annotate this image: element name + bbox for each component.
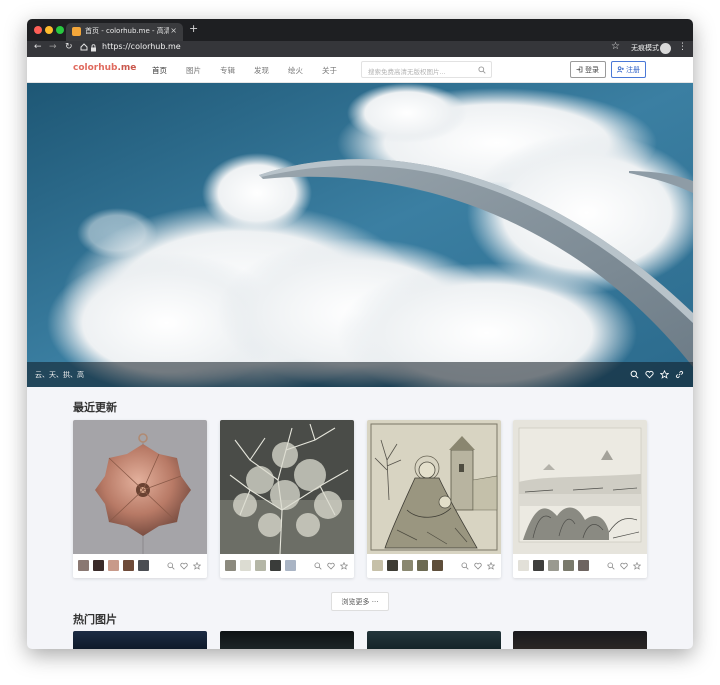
- back-icon[interactable]: ←: [34, 42, 42, 52]
- heart-icon[interactable]: [474, 562, 482, 570]
- incognito-avatar-icon[interactable]: [660, 43, 671, 54]
- star-icon[interactable]: [340, 562, 348, 570]
- popular-image-card[interactable]: [513, 631, 647, 649]
- heart-icon[interactable]: [180, 562, 188, 570]
- popular-image-card[interactable]: [367, 631, 501, 649]
- login-label: 登录: [585, 66, 599, 74]
- new-tab-button[interactable]: +: [189, 22, 198, 35]
- home-icon[interactable]: [80, 43, 88, 54]
- color-swatch[interactable]: [518, 560, 529, 571]
- color-swatch[interactable]: [563, 560, 574, 571]
- bookmark-star-icon[interactable]: ☆: [611, 41, 620, 52]
- color-swatch[interactable]: [372, 560, 383, 571]
- minimize-window-button[interactable]: [45, 26, 53, 34]
- color-swatch[interactable]: [533, 560, 544, 571]
- color-swatch[interactable]: [108, 560, 119, 571]
- nav-discover[interactable]: 发现: [254, 65, 269, 76]
- star-icon[interactable]: [633, 562, 641, 570]
- search-icon[interactable]: [314, 562, 322, 570]
- card-image: [367, 420, 501, 554]
- search-icon[interactable]: [478, 66, 486, 74]
- search-icon[interactable]: [630, 370, 639, 379]
- logo-main: colorhub: [73, 63, 118, 73]
- color-swatch[interactable]: [402, 560, 413, 571]
- browser-tab[interactable]: 首页 - colorhub.me - 高清无版权 ×: [66, 23, 183, 41]
- register-label: 注册: [626, 66, 640, 74]
- add-user-icon: [617, 66, 624, 73]
- search-input[interactable]: 搜索免费高清无版权图片...: [368, 66, 446, 76]
- search-icon[interactable]: [607, 562, 615, 570]
- heart-icon[interactable]: [645, 370, 654, 379]
- nav-about[interactable]: 关于: [322, 65, 337, 76]
- incognito-label[interactable]: 无痕模式: [631, 43, 659, 53]
- nav-albums[interactable]: 专辑: [220, 65, 235, 76]
- popular-image-card[interactable]: [220, 631, 354, 649]
- link-icon[interactable]: [675, 370, 684, 379]
- image-card[interactable]: [513, 420, 647, 578]
- hero-banner[interactable]: 云、天、拱、高: [27, 83, 693, 387]
- color-swatch[interactable]: [225, 560, 236, 571]
- site-header: colorhub.me 首页 图片 专辑 发现 绘火 关于 搜索免费高清无版权图…: [27, 57, 693, 83]
- color-swatch[interactable]: [240, 560, 251, 571]
- color-swatch[interactable]: [123, 560, 134, 571]
- tab-close-icon[interactable]: ×: [170, 26, 177, 35]
- popular-section-title: 热门图片: [73, 613, 117, 626]
- nav-fire[interactable]: 绘火: [288, 65, 303, 76]
- site-logo[interactable]: colorhub.me: [73, 63, 136, 73]
- color-swatch[interactable]: [78, 560, 89, 571]
- nav-images[interactable]: 图片: [186, 65, 201, 76]
- color-swatch[interactable]: [285, 560, 296, 571]
- hero-image: [27, 83, 693, 387]
- heart-icon[interactable]: [620, 562, 628, 570]
- image-card[interactable]: [220, 420, 354, 578]
- heart-icon[interactable]: [327, 562, 335, 570]
- search-icon[interactable]: [167, 562, 175, 570]
- register-button[interactable]: 注册: [611, 61, 646, 78]
- color-swatch[interactable]: [93, 560, 104, 571]
- browse-more-button[interactable]: 浏览更多 ···: [331, 592, 389, 611]
- forward-icon[interactable]: →: [49, 42, 57, 52]
- image-card[interactable]: [367, 420, 501, 578]
- browser-toolbar: ← → ↻ https://colorhub.me ☆ 无痕模式 ⋮: [27, 41, 693, 57]
- star-icon[interactable]: [193, 562, 201, 570]
- logo-tld: .me: [117, 63, 137, 73]
- close-window-button[interactable]: [34, 26, 42, 34]
- color-swatch[interactable]: [270, 560, 281, 571]
- card-image: [513, 420, 647, 554]
- favicon-icon: [72, 27, 81, 36]
- star-icon[interactable]: [660, 370, 669, 379]
- reload-icon[interactable]: ↻: [65, 42, 73, 52]
- popular-image-card[interactable]: [73, 631, 207, 649]
- maximize-window-button[interactable]: [56, 26, 64, 34]
- menu-icon[interactable]: ⋮: [678, 42, 687, 52]
- browser-window: 首页 - colorhub.me - 高清无版权 × + ← → ↻ https…: [27, 19, 693, 649]
- color-swatch[interactable]: [578, 560, 589, 571]
- color-swatch[interactable]: [548, 560, 559, 571]
- lock-icon: [91, 44, 96, 52]
- search-box[interactable]: 搜索免费高清无版权图片...: [361, 61, 492, 78]
- star-icon[interactable]: [487, 562, 495, 570]
- card-image: [220, 420, 354, 554]
- nav-home[interactable]: 首页: [152, 65, 167, 76]
- hero-tags[interactable]: 云、天、拱、高: [35, 370, 84, 380]
- color-swatch[interactable]: [417, 560, 428, 571]
- recent-section-title: 最近更新: [73, 401, 117, 414]
- card-image: [73, 420, 207, 554]
- image-card[interactable]: [73, 420, 207, 578]
- color-swatch[interactable]: [387, 560, 398, 571]
- color-swatch[interactable]: [138, 560, 149, 571]
- login-icon: [576, 66, 583, 73]
- tab-title: 首页 - colorhub.me - 高清无版权: [85, 27, 169, 35]
- hero-caption-bar: 云、天、拱、高: [27, 362, 693, 387]
- color-swatch[interactable]: [432, 560, 443, 571]
- search-icon[interactable]: [461, 562, 469, 570]
- color-swatch[interactable]: [255, 560, 266, 571]
- login-button[interactable]: 登录: [570, 61, 606, 78]
- address-bar[interactable]: https://colorhub.me: [102, 42, 181, 51]
- tab-bar: 首页 - colorhub.me - 高清无版权 × +: [27, 19, 693, 41]
